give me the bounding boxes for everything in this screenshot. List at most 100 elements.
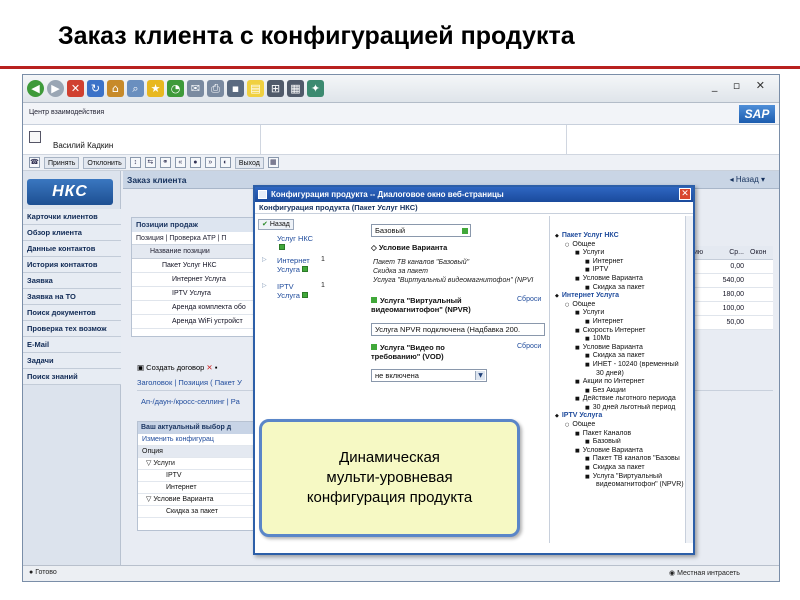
tree-node[interactable]: ■ IPTV [555, 266, 691, 275]
option-column-header[interactable]: Опция [138, 446, 256, 458]
tree-node[interactable]: ■ Пакет ТВ каналов "Базовы [555, 455, 691, 464]
nav-item-tech-check[interactable]: Проверка тех возмож [23, 321, 121, 337]
tree-node[interactable]: ■ Условие Варианта [555, 275, 691, 284]
mail-icon[interactable]: ✉ [187, 80, 204, 97]
tree-node[interactable]: ■ 30 дней льготный период [555, 404, 691, 413]
tree-node[interactable]: ■ Скидка за пакет [555, 284, 691, 293]
nav-item-knowledge-search[interactable]: Поиск знаний [23, 369, 121, 385]
tree-node[interactable]: ○ Общее [555, 301, 691, 310]
transfer-icon[interactable]: ⇆ [144, 157, 156, 168]
tree-node[interactable]: ○ Общее [555, 421, 691, 430]
service-item-iptv[interactable]: IPTV Услуга [277, 282, 317, 300]
tree-node[interactable]: ■ 10Mb [555, 335, 691, 344]
nav-item-maintenance-request[interactable]: Заявка на ТО [23, 289, 121, 305]
create-contract-button[interactable]: ▣ Создать договор [137, 363, 204, 372]
save-icon[interactable]: ▪ [215, 363, 218, 372]
notes-icon[interactable]: ▤ [247, 80, 264, 97]
variant-select[interactable]: Базовый [371, 224, 471, 237]
nav-item-customer-cards[interactable]: Карточки клиентов [23, 209, 121, 225]
vod-reset-link[interactable]: Сброси [517, 343, 541, 350]
conference-icon[interactable]: ⚭ [159, 157, 171, 168]
service-item-internet[interactable]: Интернет Услуга [277, 256, 317, 274]
tree-node[interactable]: ■ Условие Варианта [555, 447, 691, 456]
nav-item-customer-overview[interactable]: Обзор клиента [23, 225, 121, 241]
research-icon[interactable]: ▦ [287, 80, 304, 97]
nav-item-contact-data[interactable]: Данные контактов [23, 241, 121, 257]
service-item-package[interactable]: Услуг НКС [277, 234, 317, 252]
change-config-link[interactable]: Изменить конфигурац [138, 434, 256, 446]
column-header[interactable]: Ср... [719, 246, 747, 259]
column-header[interactable]: Окон [747, 246, 773, 259]
tree-node[interactable]: ■ Базовый [555, 438, 691, 447]
tree-node[interactable]: ■ Скидка за пакет [555, 352, 691, 361]
nav-item-document-search[interactable]: Поиск документов [23, 305, 121, 321]
vod-select[interactable]: не включена ▼ [371, 369, 487, 382]
tree-node[interactable]: ○ Общее [555, 241, 691, 250]
tree-node[interactable]: ■ Скидка за пакет [555, 464, 691, 473]
nav-item-tasks[interactable]: Задачи [23, 353, 121, 369]
exit-button[interactable]: Выход [234, 156, 264, 169]
nav-item-contact-history[interactable]: История контактов [23, 257, 121, 273]
expand-icon[interactable]: ▷ [262, 256, 267, 263]
history-icon[interactable]: ◔ [167, 80, 184, 97]
discuss-icon[interactable]: ⊞ [267, 80, 284, 97]
tree-row[interactable]: Скидка за пакет [138, 506, 256, 518]
print-icon[interactable]: ⎙ [207, 80, 224, 97]
hold-icon[interactable]: ↕ [129, 157, 141, 168]
edit-icon[interactable]: ▪ [227, 80, 244, 97]
vertical-scrollbar[interactable] [685, 216, 693, 543]
tree-node[interactable]: ■ Интернет [555, 318, 691, 327]
tree-node[interactable]: ■ Услуги [555, 249, 691, 258]
tree-node[interactable]: ■ Акции по Интернет [555, 378, 691, 387]
grid-icon[interactable]: ▦ [267, 157, 279, 168]
favorites-icon[interactable]: ★ [147, 80, 164, 97]
tree-node[interactable]: ■ Интернет [555, 258, 691, 267]
chevron-down-icon[interactable]: ▼ [475, 371, 485, 380]
tree-row[interactable]: Интернет [138, 482, 256, 494]
tree-row[interactable]: Услуги [153, 460, 175, 467]
tree-node-label: Общее [572, 421, 596, 429]
tree-node[interactable]: ■ Действие льготного периода [555, 395, 691, 404]
tree-node[interactable]: видеомагнитофон" (NPVR) [555, 481, 691, 490]
nav-item-email[interactable]: E-Mail [23, 337, 121, 353]
accept-button[interactable]: Принять [44, 156, 80, 169]
back-icon[interactable]: ◀ [27, 80, 44, 97]
tree-node[interactable]: ■ Пакет Каналов [555, 430, 691, 439]
tree-row[interactable]: Условие Варианта [153, 496, 213, 503]
dialog-titlebar[interactable]: Конфигурация продукта -- Диалоговое окно… [255, 187, 693, 202]
tree-node[interactable]: ◆ IPTV Услуга [555, 412, 691, 421]
tree-node[interactable]: 30 дней) [555, 370, 691, 379]
close-icon[interactable]: ✕ [679, 188, 691, 200]
prev-icon[interactable]: « [174, 157, 186, 168]
back-link[interactable]: ◂ Назад ▾ [730, 175, 765, 184]
search-icon[interactable]: ⌕ [127, 80, 144, 97]
next-icon[interactable]: » [204, 157, 216, 168]
home-icon[interactable]: ⌂ [107, 80, 124, 97]
phone-icon[interactable]: ☎ [29, 157, 40, 168]
tree-node[interactable]: ■ Услуги [555, 309, 691, 318]
expand-icon[interactable]: ▷ [262, 282, 267, 289]
tree-node[interactable]: ■ Без Акции [555, 387, 691, 396]
status-icon[interactable]: ◐ [219, 157, 231, 168]
tree-node[interactable]: ■ Услуга "Виртуальный [555, 473, 691, 482]
tree-node[interactable]: ◆ Пакет Услуг НКС [555, 232, 691, 241]
nav-item-request[interactable]: Заявка [23, 273, 121, 289]
refresh-icon[interactable]: ↻ [87, 80, 104, 97]
status-text: ● Готово [29, 569, 57, 576]
delete-icon[interactable]: ✕ [206, 363, 212, 372]
messenger-icon[interactable]: ✦ [307, 80, 324, 97]
npvr-select[interactable]: Услуга NPVR подключена (Надбавка 200. [371, 323, 545, 336]
column-header[interactable]: ию [691, 246, 719, 259]
tree-node[interactable]: ◆ Интернет Услуга [555, 292, 691, 301]
stop-icon[interactable]: ✕ [67, 80, 84, 97]
tree-node[interactable]: ■ ИНЕТ - 10240 (временный [555, 361, 691, 370]
tree-row[interactable]: IPTV [138, 470, 256, 482]
npvr-reset-link[interactable]: Сброси [517, 296, 541, 303]
dialog-back-button[interactable]: ✔ Назад [258, 219, 294, 230]
forward-icon[interactable]: ▶ [47, 80, 64, 97]
window-controls[interactable]: _ ▫ ✕ [712, 79, 771, 92]
record-icon[interactable]: ● [189, 157, 201, 168]
reject-button[interactable]: Отклонить [83, 156, 126, 169]
tree-node[interactable]: ■ Скорость Интернет [555, 327, 691, 336]
tree-node[interactable]: ■ Условие Варианта [555, 344, 691, 353]
